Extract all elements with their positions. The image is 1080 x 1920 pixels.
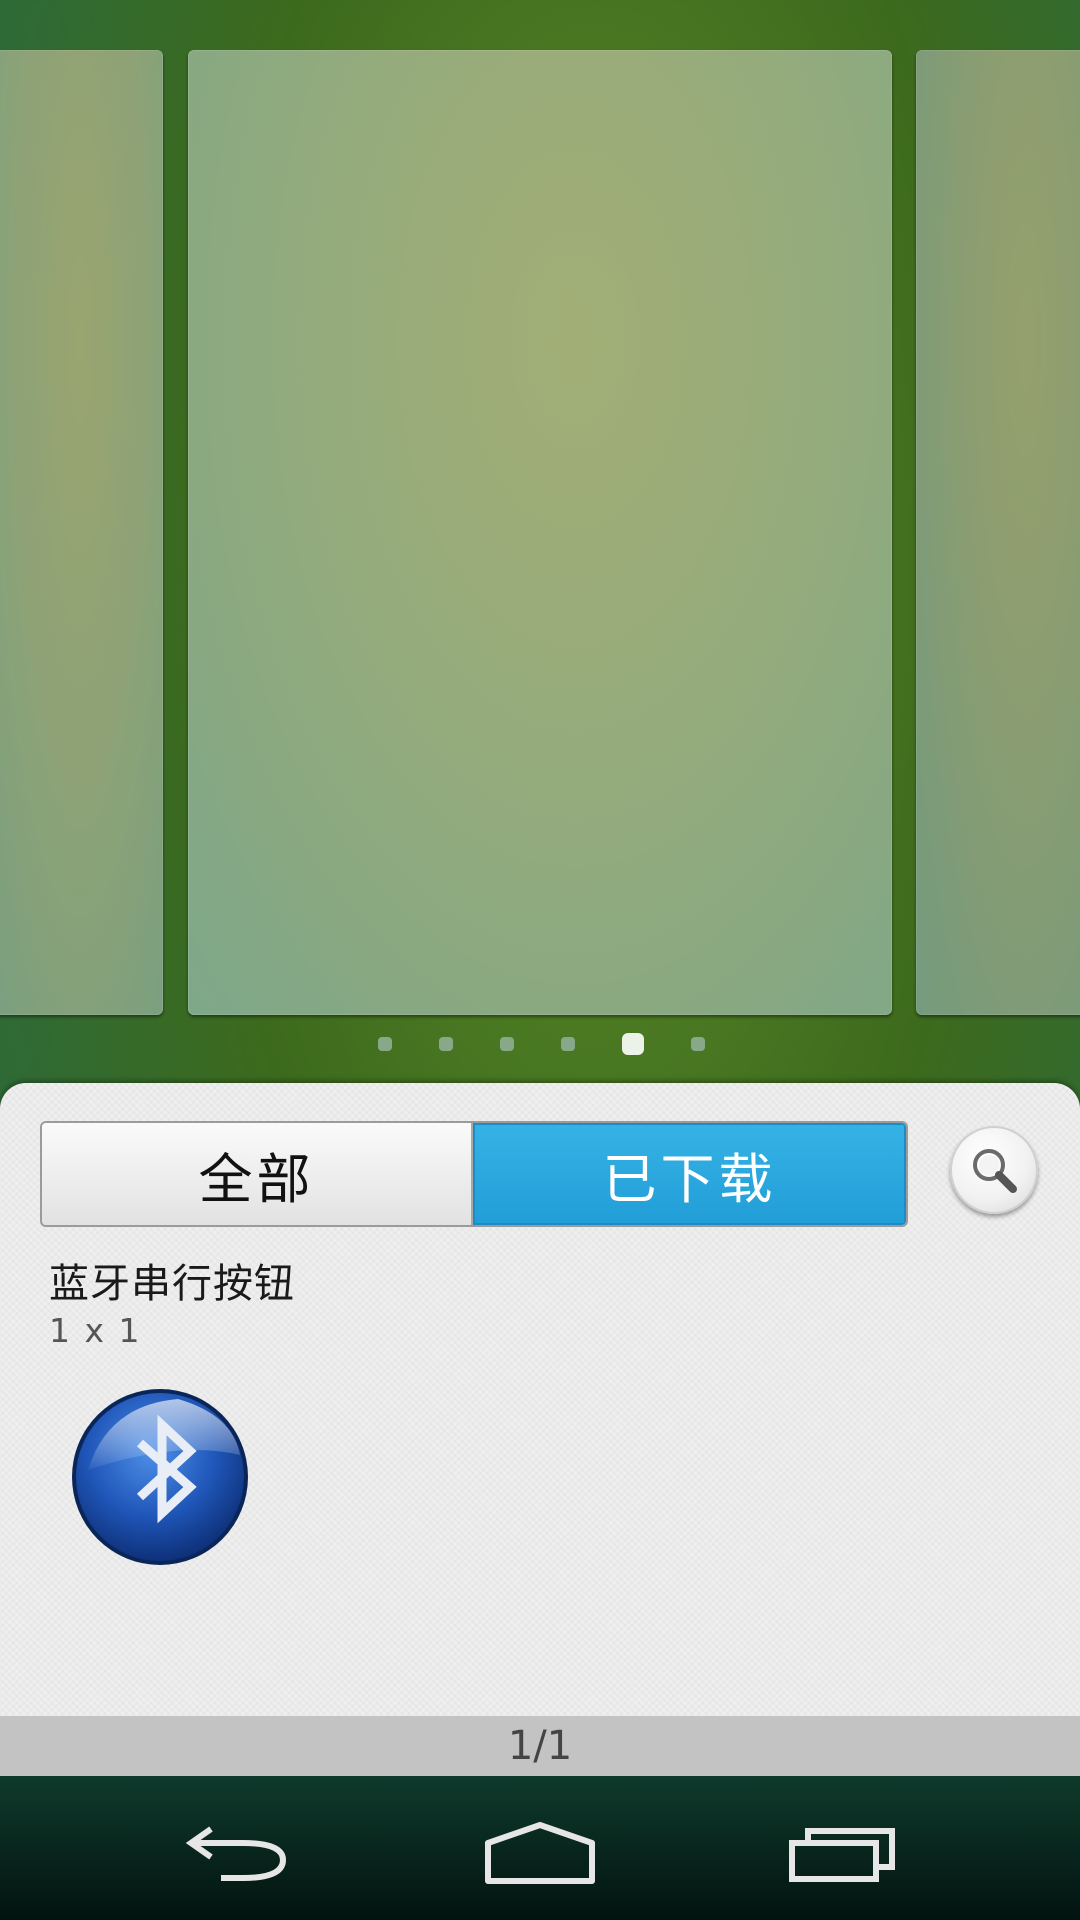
- page-dot-active[interactable]: [621, 1033, 644, 1055]
- widget-title: 蓝牙串行按钮: [49, 1261, 295, 1307]
- page-dot[interactable]: [499, 1037, 514, 1051]
- page-dot[interactable]: [560, 1037, 575, 1051]
- bluetooth-widget[interactable]: [68, 1385, 252, 1569]
- pagination-bar: 1/1: [0, 1716, 1080, 1776]
- navigation-bar: [0, 1776, 1080, 1920]
- tab-all[interactable]: 全部: [42, 1123, 473, 1225]
- home-button[interactable]: [480, 1818, 600, 1888]
- widget-drawer: 全部 已下载 蓝牙串行按钮 1 x 1: [0, 1083, 1080, 1716]
- recent-apps-button[interactable]: [783, 1818, 903, 1888]
- page-indicator: [0, 1033, 1080, 1055]
- page-dot[interactable]: [377, 1037, 392, 1051]
- page-dot[interactable]: [438, 1037, 453, 1051]
- search-button[interactable]: [950, 1126, 1038, 1214]
- widget-size: 1 x 1: [49, 1311, 142, 1350]
- bluetooth-icon: [72, 1389, 248, 1565]
- home-page-preview-left[interactable]: [0, 50, 163, 1015]
- page-dot[interactable]: [690, 1037, 705, 1051]
- home-page-preview-right[interactable]: [916, 50, 1080, 1015]
- home-page-preview-current[interactable]: [188, 50, 892, 1015]
- back-button[interactable]: [178, 1818, 298, 1888]
- home-icon: [485, 1822, 595, 1884]
- pagination-text: 1/1: [507, 1723, 573, 1769]
- recent-apps-icon: [789, 1828, 895, 1882]
- search-icon: [973, 1149, 1017, 1193]
- back-icon: [185, 1826, 287, 1881]
- filter-tabs: 全部 已下载: [40, 1121, 908, 1227]
- tab-downloaded[interactable]: 已下载: [473, 1123, 906, 1225]
